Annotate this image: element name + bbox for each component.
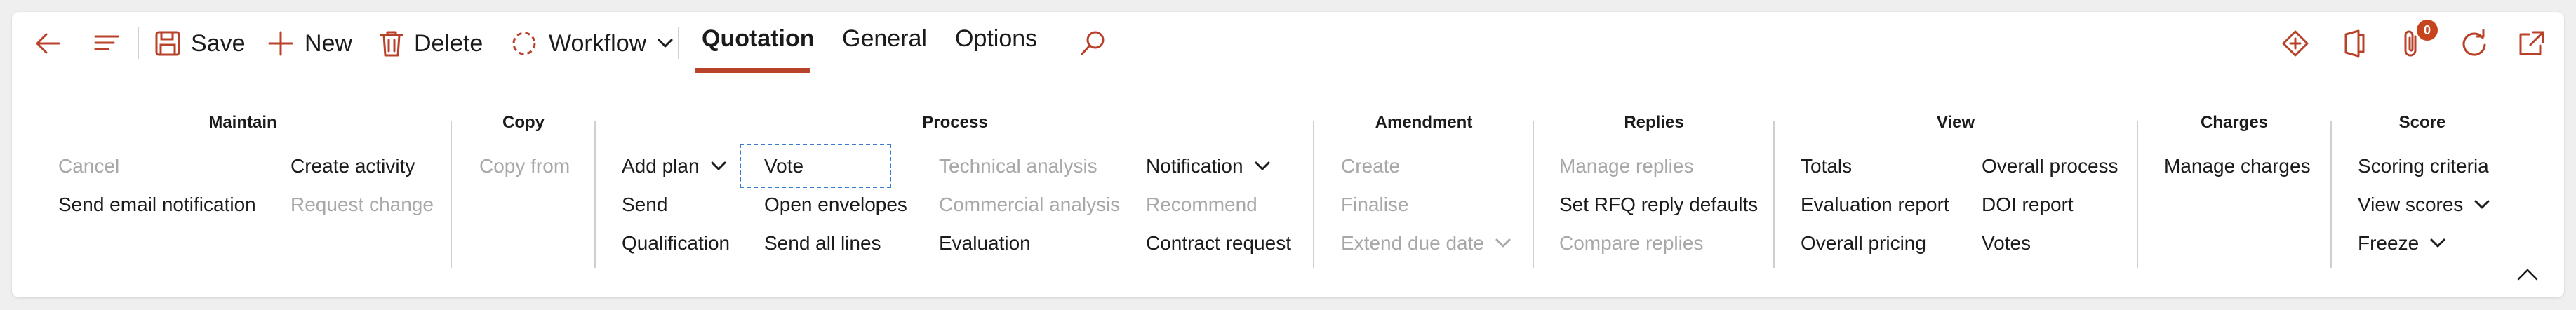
save-label: Save — [191, 29, 246, 57]
create-amendment-button[interactable]: Create — [1341, 155, 1400, 177]
group-title-replies: Replies — [1624, 113, 1684, 132]
show-menu-button[interactable] — [91, 21, 122, 66]
freeze-button[interactable]: Freeze — [2358, 232, 2447, 255]
back-arrow-icon — [36, 33, 60, 54]
chevron-down-icon — [711, 161, 726, 170]
recommend-button[interactable]: Recommend — [1146, 194, 1257, 216]
evaluation-report-button[interactable]: Evaluation report — [1801, 194, 1949, 216]
qualification-button[interactable]: Qualification — [622, 232, 730, 255]
divider — [138, 27, 139, 59]
commercial-analysis-button[interactable]: Commercial analysis — [939, 194, 1120, 216]
compare-replies-button[interactable]: Compare replies — [1559, 232, 1703, 255]
group-divider — [1533, 121, 1534, 268]
view-scores-button[interactable]: View scores — [2358, 194, 2491, 216]
manage-replies-button[interactable]: Manage replies — [1559, 155, 1693, 177]
add-plan-label: Add plan — [622, 155, 700, 177]
workflow-label: Workflow — [549, 29, 647, 57]
votes-button[interactable]: Votes — [1982, 232, 2031, 255]
open-in-new-window-button[interactable] — [2516, 21, 2546, 66]
new-label: New — [305, 29, 353, 57]
extend-due-date-button[interactable]: Extend due date — [1341, 232, 1512, 255]
extend-due-date-label: Extend due date — [1341, 232, 1484, 254]
hamburger-icon — [94, 35, 119, 50]
new-button[interactable]: New — [267, 21, 352, 66]
scoring-criteria-button[interactable]: Scoring criteria — [2358, 155, 2489, 177]
trash-icon — [380, 31, 403, 57]
notification-button[interactable]: Notification — [1146, 155, 1272, 177]
freeze-label: Freeze — [2358, 232, 2420, 254]
group-divider — [2330, 121, 2332, 268]
search-button[interactable] — [1078, 21, 1107, 66]
view-scores-label: View scores — [2358, 194, 2464, 215]
chevron-down-icon — [658, 39, 673, 48]
evaluation-button[interactable]: Evaluation — [939, 232, 1031, 255]
tab-options[interactable]: Options — [955, 25, 1037, 53]
office-icon — [2344, 29, 2365, 58]
delete-label: Delete — [414, 29, 483, 57]
send-button[interactable]: Send — [622, 194, 667, 216]
focus-indicator — [740, 144, 891, 188]
technical-analysis-button[interactable]: Technical analysis — [939, 155, 1097, 177]
group-divider — [2137, 121, 2138, 268]
request-change-button[interactable]: Request change — [291, 194, 434, 216]
finalise-button[interactable]: Finalise — [1341, 194, 1408, 216]
send-all-lines-button[interactable]: Send all lines — [764, 232, 881, 255]
copy-from-button[interactable]: Copy from — [479, 155, 570, 177]
group-title-process: Process — [922, 113, 988, 132]
create-activity-button[interactable]: Create activity — [291, 155, 415, 177]
group-title-amendment: Amendment — [1375, 113, 1473, 132]
back-button[interactable] — [32, 21, 63, 66]
chevron-down-icon — [1495, 238, 1511, 248]
divider — [678, 27, 679, 59]
notification-badge: 0 — [2417, 20, 2438, 41]
refresh-icon — [2462, 29, 2486, 56]
popout-icon — [2519, 31, 2544, 55]
add-plan-button[interactable]: Add plan — [622, 155, 728, 177]
send-email-notification-button[interactable]: Send email notification — [58, 194, 256, 216]
group-divider — [1313, 121, 1314, 268]
group-title-maintain: Maintain — [208, 113, 277, 132]
group-title-copy: Copy — [502, 113, 545, 132]
manage-charges-button[interactable]: Manage charges — [2164, 155, 2311, 177]
plus-icon — [268, 31, 293, 56]
group-divider — [451, 121, 452, 268]
delete-button[interactable]: Delete — [379, 21, 483, 66]
chevron-up-icon — [2517, 269, 2538, 281]
diamond-icon — [2282, 30, 2309, 57]
contract-request-button[interactable]: Contract request — [1146, 232, 1291, 255]
chevron-down-icon — [1255, 161, 1270, 170]
cancel-button[interactable]: Cancel — [58, 155, 119, 177]
tab-quotation[interactable]: Quotation — [702, 25, 815, 53]
overall-pricing-button[interactable]: Overall pricing — [1801, 232, 1926, 255]
collapse-action-pane-button[interactable] — [2516, 267, 2540, 287]
group-title-score: Score — [2398, 113, 2446, 132]
chevron-down-icon — [2430, 238, 2445, 248]
group-divider — [1773, 121, 1775, 268]
workflow-icon — [512, 32, 536, 55]
active-tab-indicator — [695, 68, 810, 73]
refresh-button[interactable] — [2459, 21, 2490, 66]
doi-report-button[interactable]: DOI report — [1982, 194, 2074, 216]
tab-general[interactable]: General — [842, 25, 927, 53]
overall-process-button[interactable]: Overall process — [1982, 155, 2118, 177]
group-divider — [594, 121, 596, 268]
workflow-button[interactable]: Workflow — [509, 21, 674, 66]
search-icon — [1081, 31, 1105, 55]
office-button[interactable] — [2340, 21, 2368, 66]
notification-label: Notification — [1146, 155, 1243, 177]
group-title-view: View — [1936, 113, 1975, 132]
set-rfq-reply-defaults-button[interactable]: Set RFQ reply defaults — [1559, 194, 1758, 216]
diamond-button[interactable] — [2281, 21, 2310, 66]
totals-button[interactable]: Totals — [1801, 155, 1852, 177]
save-button[interactable]: Save — [154, 21, 246, 66]
chevron-down-icon — [2474, 200, 2490, 209]
group-title-charges: Charges — [2200, 113, 2269, 132]
save-icon — [155, 31, 180, 56]
open-envelopes-button[interactable]: Open envelopes — [764, 194, 907, 216]
vote-button[interactable]: Vote — [764, 155, 803, 177]
